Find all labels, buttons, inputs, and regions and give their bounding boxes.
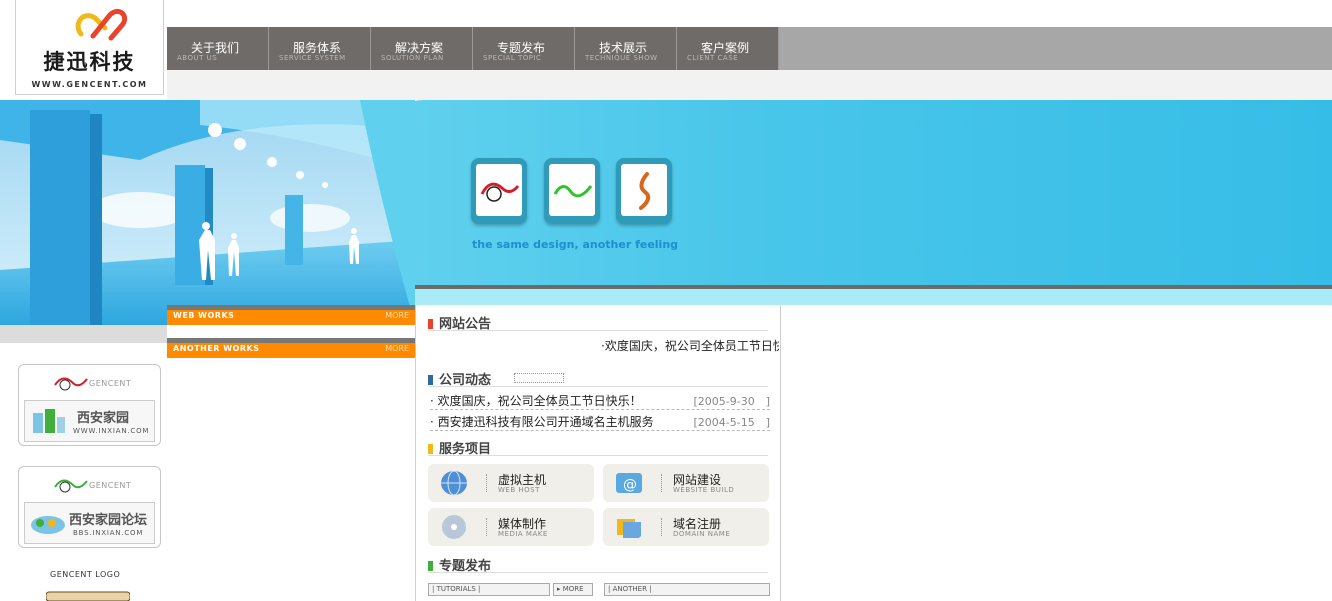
web-works-bar: WEB WORKS MORE (167, 305, 415, 325)
paperclip-logo-icon (75, 9, 127, 41)
section-marker-icon (428, 375, 433, 385)
service-domain-name[interactable]: 域名注册 DOMAIN NAME (603, 508, 769, 546)
nav-sublabel: CLIENT CASE (687, 54, 739, 62)
header-band (167, 70, 1332, 100)
service-sublabel: WEBSITE BUILD (673, 486, 735, 494)
promo-inxian[interactable]: GENCENT 西安家园 WWW.INXIAN.COM (18, 364, 161, 446)
service-sublabel: WEB HOST (498, 486, 540, 494)
banner-tagline: the same design, another feeling (472, 238, 679, 251)
main-nav: 关于我们 ABOUT US 服务体系 SERVICE SYSTEM 解决方案 S… (167, 27, 1332, 70)
section-marker-icon (428, 444, 433, 454)
promo-brand: GENCENT (89, 379, 132, 388)
gencent-logo-image[interactable] (46, 590, 130, 601)
nav-technique-show[interactable]: 技术展示 TECHNIQUE SHOW (575, 27, 677, 70)
promo-inxian-forum[interactable]: GENCENT 西安家园论坛 BBS.INXIAN.COM (18, 466, 161, 548)
news-item[interactable]: · 西安捷迅科技有限公司开通域名主机服务 [2004-5-15 ] (430, 410, 770, 431)
green-swoosh-icon-tile (544, 158, 600, 224)
promo-title: 西安家园 (77, 411, 130, 426)
buildings-icon (33, 409, 65, 433)
cd-disc-icon (442, 515, 466, 539)
main-content: 网站公告 ·欢度国庆，祝公司全体员工节日快 公司动态 · 欢度国庆，祝公司全体员… (415, 305, 781, 601)
web-works-more-link[interactable]: MORE (385, 311, 409, 320)
nav-sublabel: ABOUT US (177, 54, 218, 62)
nav-sublabel: SOLUTION PLAN (381, 54, 444, 62)
divider-light (415, 289, 1332, 305)
section-divider (428, 455, 768, 456)
another-works-more-link[interactable]: MORE (385, 344, 409, 353)
promo-brand: GENCENT (89, 481, 132, 490)
topic-tutorials[interactable]: | TUTORIALS | (428, 583, 550, 596)
logo-url: WWW.GENCENT.COM (31, 80, 148, 89)
another-works-bar: ANOTHER WORKS MORE (167, 338, 415, 358)
nav-about-us[interactable]: 关于我们 ABOUT US (167, 27, 269, 70)
red-swoosh-icon (480, 182, 520, 202)
nav-client-case[interactable]: 客户案例 CLIENT CASE (677, 27, 779, 70)
promo-title: 西安家园论坛 (69, 513, 148, 528)
news-title: · 欢度国庆，祝公司全体员工节日快乐！ (430, 394, 642, 408)
another-works-label: ANOTHER WORKS (173, 344, 260, 353)
section-marker-icon (428, 561, 433, 571)
nav-service-system[interactable]: 服务体系 SERVICE SYSTEM (269, 27, 371, 70)
cloud-people-icon (31, 516, 65, 534)
nav-sublabel: TECHNIQUE SHOW (585, 54, 658, 62)
news-date: [2004-5-15 ] (693, 416, 770, 429)
left-gray-strip (0, 325, 167, 343)
section-divider (428, 330, 768, 331)
gencent-logo-label: GENCENT LOGO (50, 570, 121, 579)
section-divider (428, 386, 768, 387)
service-web-host[interactable]: 虚拟主机 WEB HOST (428, 464, 594, 502)
web-works-label: WEB WORKS (173, 311, 235, 320)
logo-text: 捷迅科技 (43, 49, 136, 74)
promo-card: 西安家园论坛 BBS.INXIAN.COM (24, 502, 155, 544)
site-logo[interactable]: 捷迅科技 WWW.GENCENT.COM (15, 0, 164, 95)
orange-swirl-icon-tile (616, 158, 672, 224)
topic-more-button[interactable]: ▸ MORE (553, 583, 593, 596)
news-title: · 西安捷迅科技有限公司开通域名主机服务 (430, 415, 654, 429)
nav-sublabel: SPECIAL TOPIC (483, 54, 542, 62)
service-website-build[interactable]: @ 网站建设 WEBSITE BUILD (603, 464, 769, 502)
corridor-illustration (0, 100, 415, 325)
gencent-swoosh-icon (54, 479, 88, 493)
topic-another[interactable]: | ANOTHER | (604, 583, 770, 596)
promo-url: BBS.INXIAN.COM (73, 529, 144, 537)
notice-marquee[interactable]: ·欢度国庆，祝公司全体员工节日快 (601, 337, 779, 354)
service-sublabel: DOMAIN NAME (673, 530, 731, 538)
news-item[interactable]: · 欢度国庆，祝公司全体员工节日快乐！ [2005-9-30 ] (430, 389, 770, 410)
red-swoosh-icon-tile (471, 158, 527, 224)
news-date: [2005-9-30 ] (693, 395, 770, 408)
at-sign-icon: @ (616, 473, 642, 493)
promo-card: 西安家园 WWW.INXIAN.COM (24, 400, 155, 442)
green-swoosh-icon (553, 185, 593, 198)
section-marker-icon (428, 319, 433, 329)
section-divider (428, 572, 768, 573)
svg-text:@: @ (623, 477, 637, 493)
service-media-make[interactable]: 媒体制作 MEDIA MAKE (428, 508, 594, 546)
globe-icon (441, 470, 467, 496)
news-dots-decoration (514, 373, 564, 383)
promo-url: WWW.INXIAN.COM (73, 427, 150, 435)
gencent-swoosh-icon (54, 377, 88, 391)
nav-special-topic[interactable]: 专题发布 SPECIAL TOPIC (473, 27, 575, 70)
folders-icon (617, 519, 641, 538)
nav-solution-plan[interactable]: 解决方案 SOLUTION PLAN (371, 27, 473, 70)
service-sublabel: MEDIA MAKE (498, 530, 548, 538)
orange-swirl-icon (639, 172, 651, 210)
nav-sublabel: SERVICE SYSTEM (279, 54, 346, 62)
